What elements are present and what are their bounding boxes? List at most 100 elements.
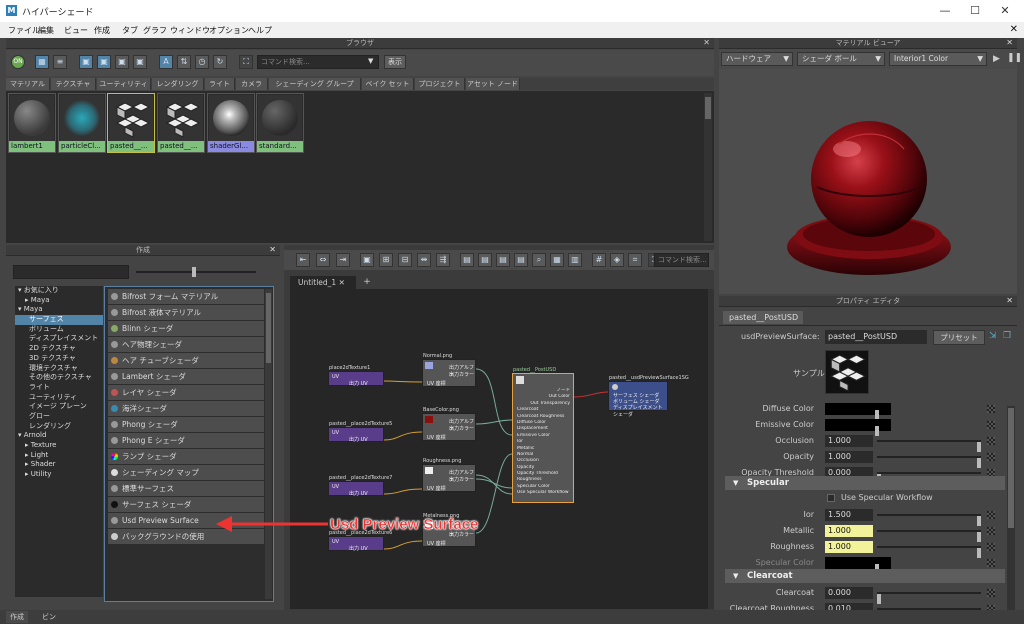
swatch-shaderglow[interactable]: shaderGl...	[207, 93, 255, 153]
minimize-button[interactable]: —	[930, 3, 960, 19]
property-tab[interactable]: pasted__PostUSD	[723, 311, 803, 324]
custom-mode-icon[interactable]: ▤	[514, 253, 528, 267]
swatch-pasted-2[interactable]: pasted__...	[157, 93, 205, 153]
viewer-close-icon[interactable]: ✕	[1006, 38, 1013, 47]
play-icon[interactable]: ▶	[993, 54, 1000, 64]
browser-search-input[interactable]: コマンド検索...	[257, 55, 379, 69]
graph-search-input[interactable]: コマンド検索...	[654, 253, 709, 267]
node-item[interactable]: 海洋シェーダ	[108, 401, 264, 416]
property-value[interactable]: 1.000	[825, 451, 873, 463]
property-value[interactable]: 0.000	[825, 587, 873, 599]
view-list-icon[interactable]: ≡	[53, 55, 67, 69]
property-slider[interactable]	[877, 472, 981, 484]
tab-shading-groups[interactable]: シェーディング グループ	[269, 78, 361, 90]
copy-tab-icon[interactable]: ❐	[1003, 331, 1011, 341]
search-dropdown-icon[interactable]: ▼	[368, 57, 373, 65]
frame-all-icon[interactable]: ▣	[360, 253, 374, 267]
property-slider[interactable]	[875, 562, 879, 574]
tree-arnold[interactable]: ▾ Arnold	[15, 431, 103, 441]
node-item[interactable]: Lambert シェーダ	[108, 369, 264, 384]
property-value[interactable]: 1.000	[825, 541, 873, 553]
map-button-icon[interactable]	[987, 437, 995, 445]
swatch-standard[interactable]: standard...	[256, 93, 304, 153]
view-icons-icon[interactable]: ▦	[35, 55, 49, 69]
close-window-button[interactable]: ✕	[990, 3, 1020, 19]
medium-swatch-icon[interactable]: ▣	[97, 55, 111, 69]
remove-selected-icon[interactable]: ⊟	[398, 253, 412, 267]
menu-view[interactable]: ビュー	[64, 25, 88, 36]
usd-port-row[interactable]: Use Specular Workflow	[515, 490, 573, 496]
node-list-scrollbar[interactable]	[265, 289, 272, 599]
node-item[interactable]: Phong シェーダ	[108, 417, 264, 432]
preset-button[interactable]: プリセット	[933, 330, 985, 345]
swatch-toggle-icon[interactable]: ▦	[550, 253, 564, 267]
toggle-on-icon[interactable]: ON	[11, 55, 25, 69]
property-slider[interactable]	[875, 424, 879, 436]
maximize-button[interactable]: ☐	[960, 3, 990, 19]
menu-window[interactable]: ウィンドウ	[170, 25, 210, 36]
tree-favorites[interactable]: ▾ お気に入り	[15, 286, 103, 296]
tree-rendering[interactable]: レンダリング	[15, 422, 103, 432]
tab-bins[interactable]: ビン	[38, 611, 60, 623]
focus-icon[interactable]: ⇲	[989, 331, 997, 341]
node-item[interactable]: Bifrost 液体マテリアル	[108, 305, 264, 320]
show-button[interactable]: 表示	[384, 55, 406, 69]
graph-node-pasted-postusd[interactable]: pasted__PostUSD ノード Out Color Out Transpar…	[512, 367, 574, 503]
property-value[interactable]	[825, 557, 891, 569]
node-item[interactable]: Blinn シェーダ	[108, 321, 264, 336]
property-value[interactable]: 1.000	[825, 435, 873, 447]
node-item[interactable]: ヘア チューブシェーダ	[108, 353, 264, 368]
output-connections-icon[interactable]: ⇥	[336, 253, 350, 267]
map-button-icon[interactable]	[987, 511, 995, 519]
tree-volume[interactable]: ボリューム	[15, 325, 103, 335]
tab-bake-sets[interactable]: ベイク セット	[362, 78, 414, 90]
tab-utilities[interactable]: ユーティリティ	[97, 78, 151, 90]
node-item[interactable]: レイヤ シェーダ	[108, 385, 264, 400]
browser-close-icon[interactable]: ✕	[703, 38, 710, 47]
node-item[interactable]: Phong E シェーダ	[108, 433, 264, 448]
xlarge-swatch-icon[interactable]: ▣	[133, 55, 147, 69]
tree-arnold-light[interactable]: ▸ Light	[15, 451, 103, 461]
node-item[interactable]: ヘア物理シェーダ	[108, 337, 264, 352]
graph-node-roughness-png[interactable]: Roughness.png 出力アルファ 出力カラー UV 座標	[422, 458, 476, 492]
io-connections-icon[interactable]: ⇔	[316, 253, 330, 267]
map-button-icon[interactable]	[987, 589, 995, 597]
property-value[interactable]: 1.000	[825, 525, 873, 537]
graph-node-place2d5[interactable]: pasted__place2dTexture5 UV 出力 UV	[328, 421, 392, 443]
node-item[interactable]: シェーディング マップ	[108, 465, 264, 480]
graph-node-place2d7[interactable]: pasted__place2dTexture7 UV 出力 UV	[328, 475, 392, 497]
map-button-icon[interactable]	[987, 559, 995, 567]
sort-time-icon[interactable]: ◷	[195, 55, 209, 69]
simple-mode-icon[interactable]: ▤	[460, 253, 474, 267]
graph-node-basecolor-png[interactable]: BaseColor.png 出力アルファ 出力カラー UV 座標	[422, 407, 476, 441]
large-swatch-icon[interactable]: ▣	[115, 55, 129, 69]
tab-textures[interactable]: テクスチャ	[51, 78, 96, 90]
graph-node-normal-png[interactable]: Normal.png 出力アルファ 出力カラー UV 座標	[422, 353, 476, 387]
property-slider[interactable]	[875, 408, 879, 420]
map-button-icon[interactable]	[987, 543, 995, 551]
menu-graph[interactable]: グラフ	[143, 25, 167, 36]
add-tab-button[interactable]: +	[360, 276, 374, 289]
swatch-particlecloud[interactable]: particleCl...	[58, 93, 106, 153]
node-item[interactable]: 標準サーフェス	[108, 481, 264, 496]
property-slider[interactable]	[877, 546, 981, 558]
property-slider[interactable]	[877, 530, 981, 542]
tree-utilities[interactable]: ユーティリティ	[15, 393, 103, 403]
menu-options[interactable]: オプション	[209, 25, 249, 36]
tree-surface[interactable]: サーフェス	[15, 315, 103, 325]
property-slider[interactable]	[877, 440, 981, 452]
pause-icon[interactable]: ❚❚	[1007, 53, 1022, 63]
props-close-icon[interactable]: ✕	[1006, 296, 1013, 305]
bookmark-icon[interactable]: ⌗	[628, 253, 642, 267]
tab-lights[interactable]: ライト	[205, 78, 235, 90]
menubar-close-icon[interactable]: ✕	[1010, 24, 1018, 35]
menu-create[interactable]: 作成	[94, 25, 110, 36]
layout-icon[interactable]: ⊞	[379, 253, 393, 267]
map-button-icon[interactable]	[987, 405, 995, 413]
specular-section-header[interactable]: ▼ Specular	[725, 476, 1005, 490]
sort-reverse-icon[interactable]: ↻	[213, 55, 227, 69]
map-button-icon[interactable]	[987, 527, 995, 535]
property-value[interactable]	[825, 419, 891, 431]
tab-asset-nodes[interactable]: アセット ノード	[466, 78, 520, 90]
small-swatch-icon[interactable]: ▣	[79, 55, 93, 69]
